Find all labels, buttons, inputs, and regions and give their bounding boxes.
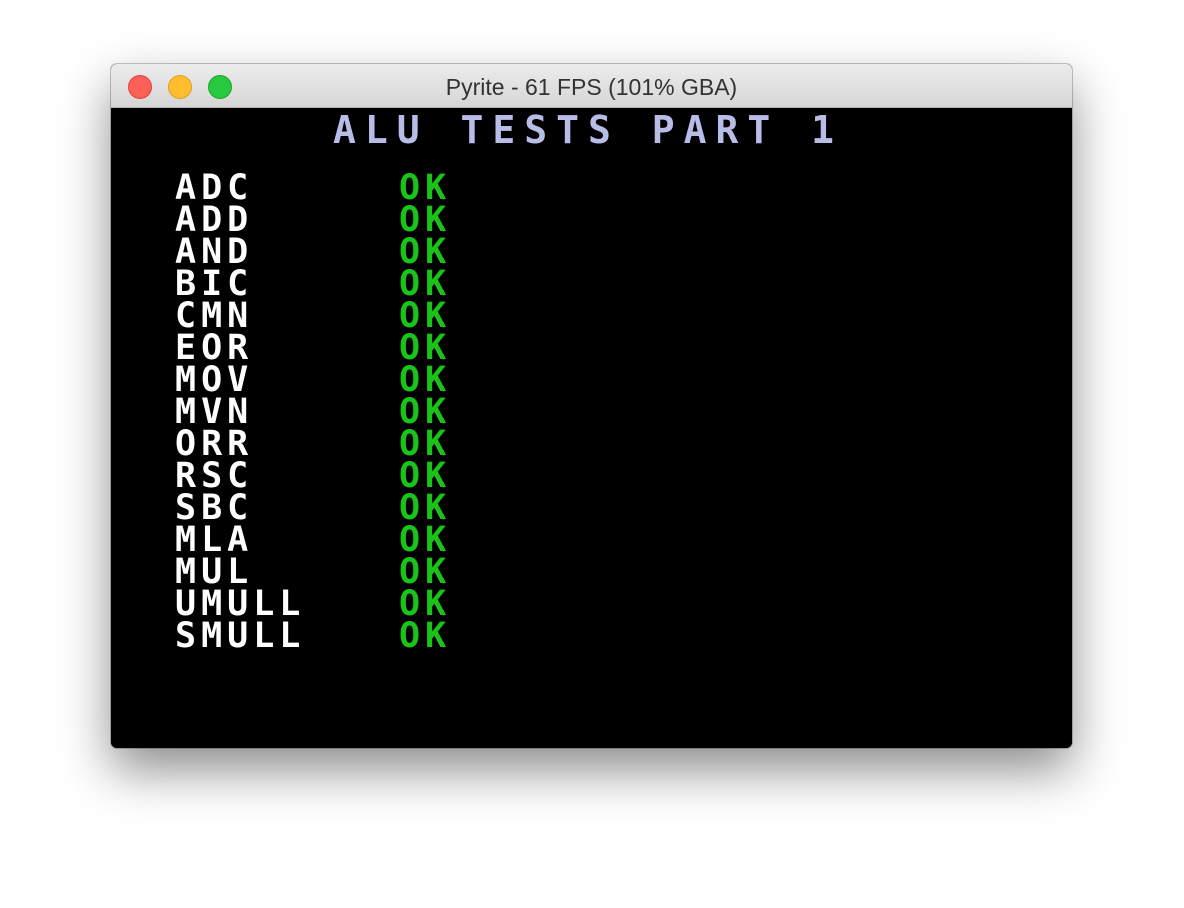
window-title: Pyrite - 61 FPS (101% GBA) [445,74,738,100]
title-bar[interactable]: Pyrite - 61 FPS (101% GBA) [111,64,1072,108]
test-results-list: ADC OK ADD OK AND OK BIC OK CMN OK EOR OK MOV O… [175,171,575,656]
test-name: SMULL [175,616,306,656]
emulator-window: Pyrite - 61 FPS (101% GBA) ALU TESTS PAR… [111,64,1072,748]
test-row: SMULL OK [175,616,575,656]
screen-title: ALU TESTS PART 1 [333,108,844,152]
game-screen[interactable]: ALU TESTS PART 1 ADC OK ADD OK AND OK BIC OK… [111,108,1072,748]
test-status: OK [399,616,452,656]
